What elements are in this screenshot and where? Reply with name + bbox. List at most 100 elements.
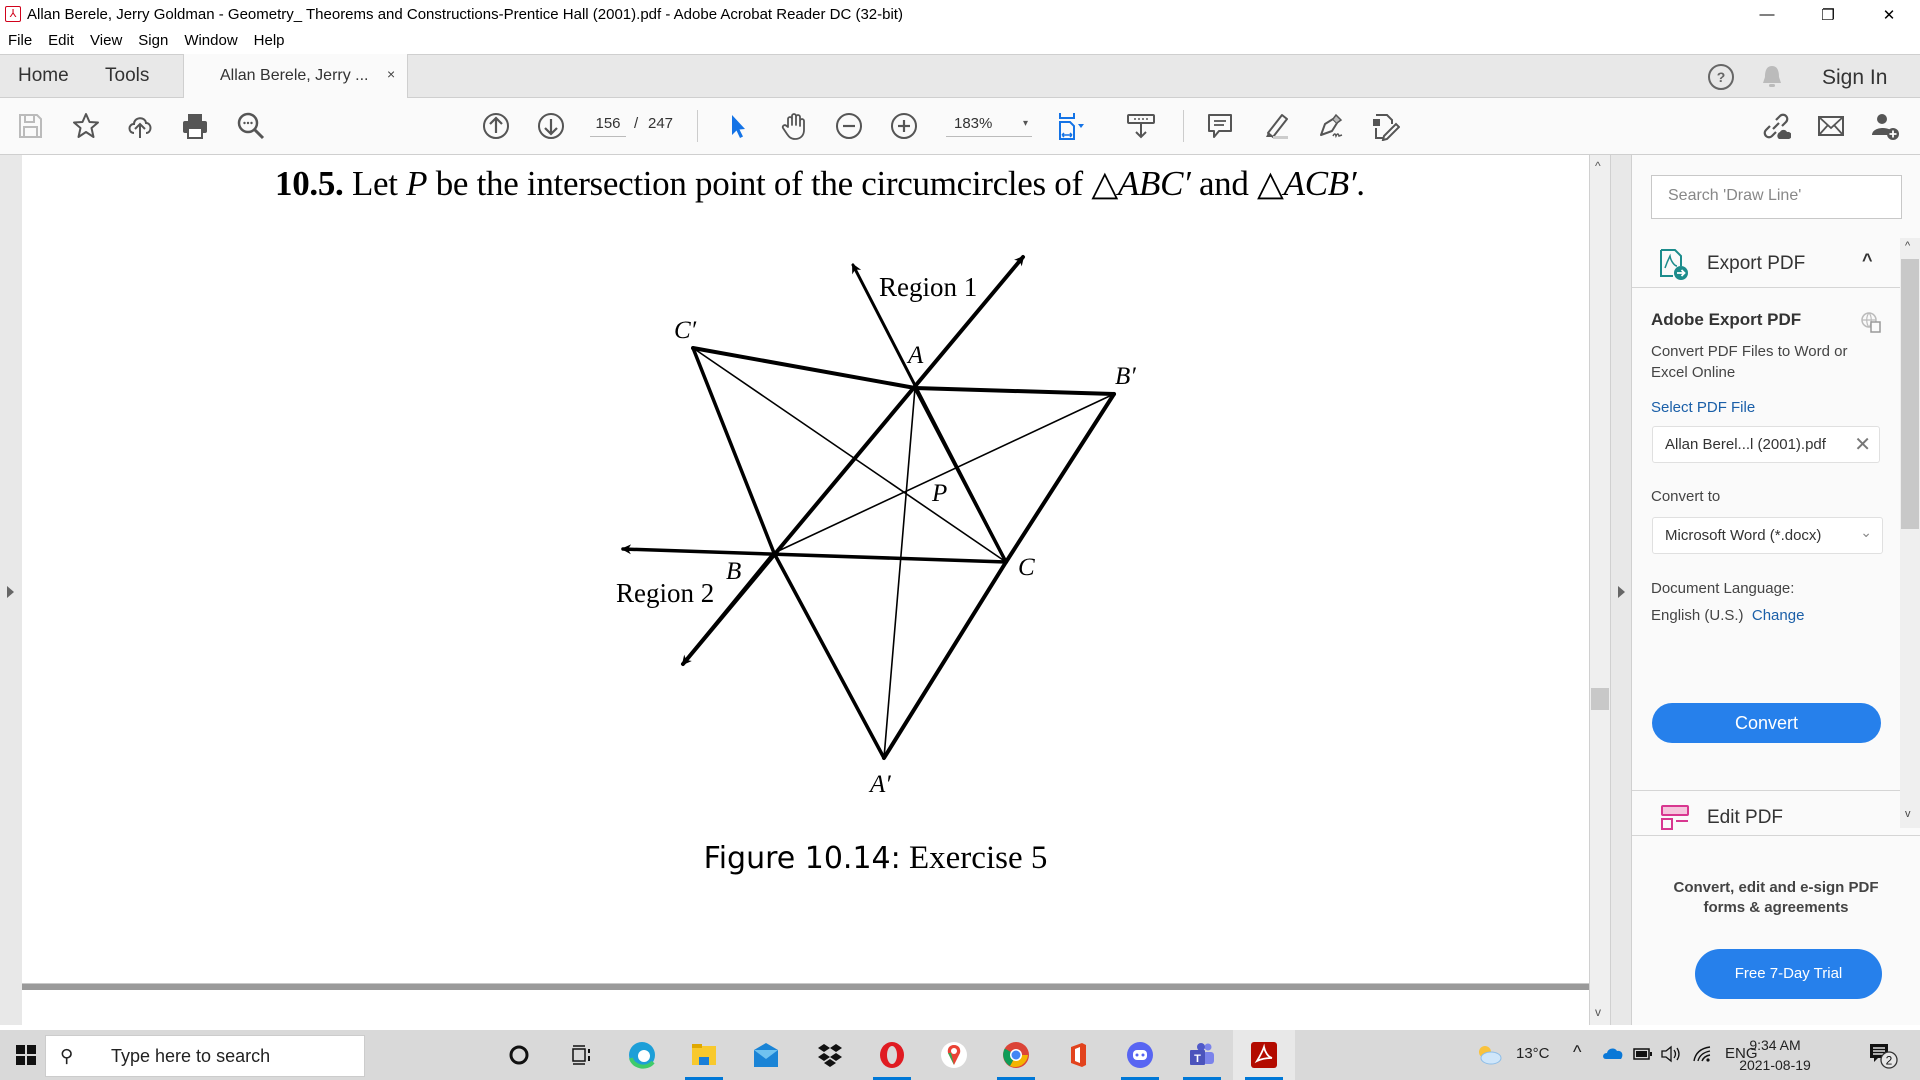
next-page-icon[interactable]: [535, 110, 567, 142]
help-icon[interactable]: ?: [1707, 63, 1735, 91]
windows-taskbar: ⚲ Type here to search T 13°C ^ ENG 9:34 …: [0, 1030, 1920, 1080]
find-zoom-icon[interactable]: [235, 110, 267, 142]
show-hidden-icons-chevron[interactable]: ^: [1573, 1042, 1581, 1063]
prev-page-icon[interactable]: [480, 110, 512, 142]
left-panel-toggle[interactable]: [0, 155, 22, 1025]
scrollbar-thumb[interactable]: [1901, 259, 1919, 529]
google-maps-icon[interactable]: [938, 1039, 970, 1071]
scroll-mode-icon[interactable]: [1125, 110, 1157, 142]
scroll-up-icon[interactable]: ^: [1905, 240, 1910, 252]
notification-bell-icon[interactable]: [1758, 63, 1786, 91]
file-explorer-icon[interactable]: [688, 1039, 720, 1071]
line-a-a-prime: [883, 387, 916, 759]
fit-page-icon[interactable]: [1054, 110, 1086, 142]
zoom-out-icon[interactable]: [833, 110, 865, 142]
select-pdf-file-link[interactable]: Select PDF File: [1651, 399, 1755, 416]
zoom-in-icon[interactable]: [888, 110, 920, 142]
language-globe-icon[interactable]: [1860, 311, 1882, 333]
restore-button[interactable]: ❐: [1805, 0, 1851, 29]
highlight-icon[interactable]: [1259, 110, 1291, 142]
print-icon[interactable]: [179, 110, 211, 142]
sign-icon[interactable]: [1314, 110, 1346, 142]
taskbar-search-input[interactable]: ⚲ Type here to search: [45, 1035, 365, 1077]
selected-file-field[interactable]: Allan Berel...l (2001).pdf ✕: [1652, 426, 1880, 463]
email-icon[interactable]: [1815, 110, 1847, 142]
teams-icon[interactable]: T: [1186, 1039, 1218, 1071]
edit-pdf-icon: [1661, 805, 1689, 830]
tab-close-button[interactable]: ×: [387, 66, 395, 82]
right-panel-collapse-toggle[interactable]: [1610, 155, 1632, 1025]
sign-in-link[interactable]: Sign In: [1822, 66, 1887, 90]
discord-icon[interactable]: [1124, 1039, 1156, 1071]
system-clock[interactable]: 9:34 AM 2021-08-19: [1730, 1035, 1820, 1075]
mail-icon[interactable]: [750, 1039, 782, 1071]
page-separator-band: [22, 983, 1589, 990]
tab-home[interactable]: Home: [18, 65, 69, 87]
menu-view[interactable]: View: [90, 29, 122, 54]
volume-icon[interactable]: [1660, 1045, 1684, 1067]
dropbox-icon[interactable]: [814, 1039, 846, 1071]
wifi-icon[interactable]: [1692, 1045, 1714, 1067]
label-a: A: [906, 342, 924, 369]
fill-sign-icon[interactable]: [1369, 110, 1401, 142]
comment-icon[interactable]: [1204, 110, 1236, 142]
acrobat-taskbar-icon[interactable]: [1248, 1039, 1280, 1071]
toolbar: 156 / 247 183% ▾: [0, 98, 1920, 155]
export-pdf-header[interactable]: Export PDF ^: [1632, 238, 1900, 288]
scrollbar-thumb[interactable]: [1591, 688, 1609, 710]
edit-pdf-tool[interactable]: Edit PDF: [1632, 790, 1900, 830]
figure-caption: Figure 10.14: Exercise 5: [703, 840, 1048, 876]
change-language-link[interactable]: Change: [1752, 607, 1805, 624]
cortana-icon[interactable]: [503, 1039, 535, 1071]
office-icon[interactable]: [1062, 1039, 1094, 1071]
opera-icon[interactable]: [876, 1039, 908, 1071]
share-link-icon[interactable]: [1760, 110, 1792, 142]
export-pdf-label: Export PDF: [1707, 253, 1806, 274]
save-icon[interactable]: [14, 110, 46, 142]
convert-button[interactable]: Convert: [1652, 703, 1881, 743]
close-button[interactable]: ✕: [1866, 0, 1912, 29]
tab-document[interactable]: Allan Berele, Jerry ... ×: [183, 54, 408, 99]
tab-document-label: Allan Berele, Jerry ...: [220, 67, 369, 84]
menu-help[interactable]: Help: [254, 29, 285, 54]
weather-icon[interactable]: [1476, 1043, 1502, 1069]
onedrive-icon[interactable]: [1602, 1045, 1624, 1065]
taskbar-search-placeholder: Type here to search: [111, 1046, 271, 1066]
tools-search-input[interactable]: Search 'Draw Line': [1651, 175, 1902, 219]
menu-window[interactable]: Window: [184, 29, 237, 54]
hand-icon[interactable]: [778, 110, 810, 142]
convert-format-select[interactable]: Microsoft Word (*.docx) ⌄: [1652, 517, 1883, 554]
clear-file-icon[interactable]: ✕: [1854, 432, 1871, 457]
select-cursor-icon[interactable]: [722, 110, 754, 142]
document-scrollbar[interactable]: ^ v: [1589, 155, 1610, 1025]
free-trial-button[interactable]: Free 7-Day Trial: [1695, 949, 1882, 999]
tools-pane: Search 'Draw Line' Export PDF ^ Adobe Ex…: [1632, 155, 1920, 1025]
windows-start-icon[interactable]: [16, 1045, 36, 1065]
segment-c-prime-a: [691, 346, 917, 390]
task-view-icon[interactable]: [565, 1039, 597, 1071]
battery-icon[interactable]: [1633, 1047, 1653, 1065]
acrobat-icon: ⅄: [5, 6, 21, 22]
export-pdf-icon: [1660, 249, 1688, 280]
window-title: Allan Berele, Jerry Goldman - Geometry_ …: [27, 6, 903, 23]
edge-icon[interactable]: [626, 1039, 658, 1071]
chrome-icon[interactable]: [1000, 1039, 1032, 1071]
notification-center-icon[interactable]: 2: [1868, 1042, 1900, 1074]
menu-file[interactable]: File: [8, 29, 32, 54]
bookmark-star-icon[interactable]: [70, 110, 102, 142]
add-user-icon[interactable]: [1869, 110, 1901, 142]
chevron-up-icon[interactable]: ^: [1862, 250, 1873, 271]
scroll-down-icon[interactable]: v: [1905, 808, 1911, 820]
tab-tools[interactable]: Tools: [105, 65, 149, 87]
weather-temperature[interactable]: 13°C: [1516, 1045, 1550, 1062]
page-number-input[interactable]: 156: [590, 115, 626, 137]
scroll-down-icon[interactable]: v: [1595, 1005, 1601, 1019]
upload-cloud-icon[interactable]: [124, 110, 156, 142]
minimize-button[interactable]: —: [1744, 0, 1790, 29]
tools-pane-scrollbar[interactable]: ^ v: [1900, 238, 1920, 828]
page-separator: /: [634, 115, 639, 132]
zoom-level-select[interactable]: 183% ▾: [946, 115, 1032, 137]
menu-edit[interactable]: Edit: [48, 29, 74, 54]
menu-sign[interactable]: Sign: [138, 29, 168, 54]
scroll-up-icon[interactable]: ^: [1595, 159, 1601, 173]
